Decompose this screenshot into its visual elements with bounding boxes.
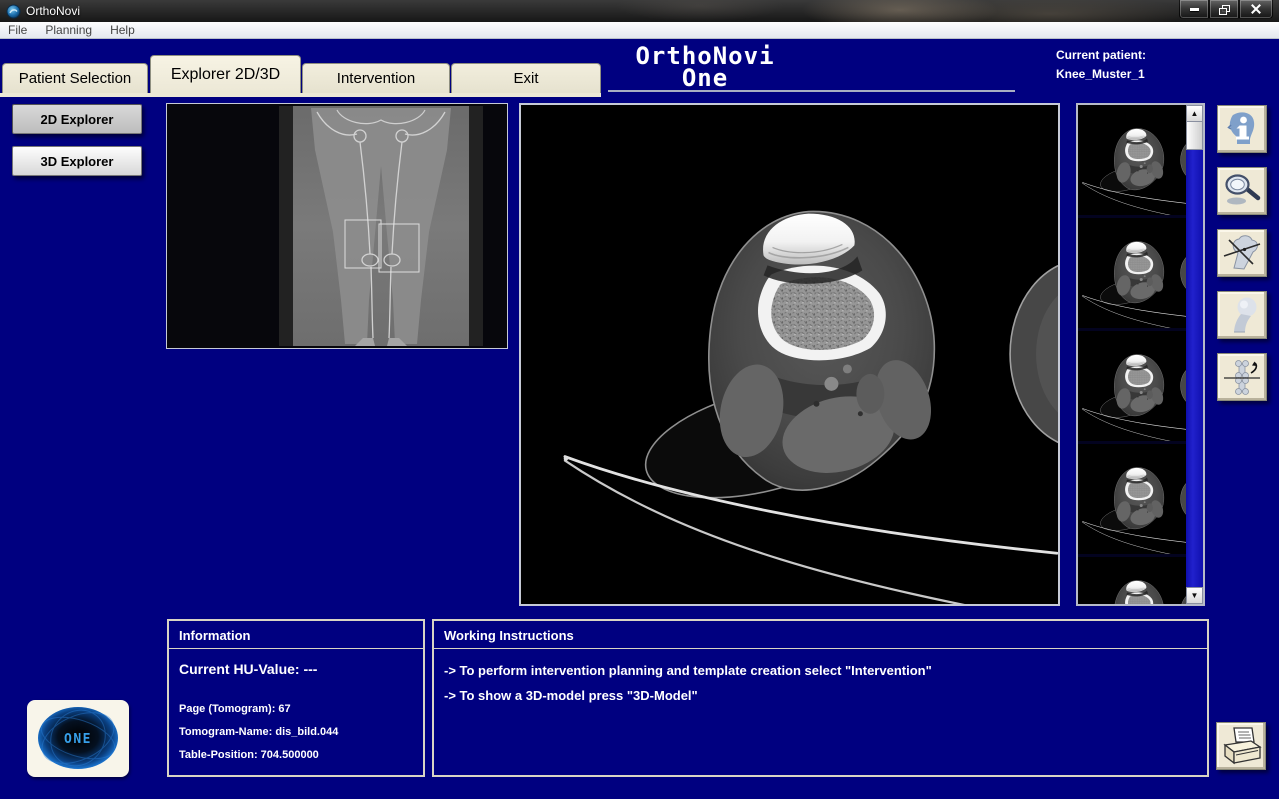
slice-thumbnail[interactable] <box>1078 444 1186 554</box>
bone-3d-model-button[interactable] <box>1217 291 1267 339</box>
rotate-bone-icon <box>1222 357 1262 397</box>
slice-thumbnail-panel: ▲ ▼ <box>1076 103 1205 606</box>
slice-thumbnail-strip <box>1078 105 1186 604</box>
app-icon <box>6 4 21 19</box>
rotate-bone-button[interactable] <box>1217 353 1267 401</box>
one-logo-image: ONE <box>27 700 129 777</box>
menu-planning[interactable]: Planning <box>36 23 101 37</box>
tab-baseline <box>0 93 601 97</box>
restore-icon <box>1219 5 1229 14</box>
page-tomogram: Page (Tomogram): 67 <box>179 703 413 715</box>
one-logo-text: ONE <box>64 732 92 747</box>
bone-3d-model-icon <box>1222 295 1262 335</box>
menu-file[interactable]: File <box>0 23 36 37</box>
minimize-icon <box>1190 8 1199 11</box>
restore-button[interactable] <box>1209 0 1239 19</box>
title-bar[interactable]: OrthoNovi <box>0 0 1279 22</box>
patient-info-icon <box>1222 109 1262 149</box>
scroll-down-button[interactable]: ▼ <box>1186 587 1203 604</box>
axis-planning-icon <box>1222 233 1262 273</box>
hu-value: Current HU-Value: --- <box>179 661 413 677</box>
leg-xray-image <box>167 104 507 348</box>
slice-thumbnail[interactable] <box>1078 331 1186 441</box>
minimize-button[interactable] <box>1179 0 1209 19</box>
instruction-line: -> To perform intervention planning and … <box>444 663 1197 678</box>
window-controls <box>1179 0 1273 19</box>
tab-exit[interactable]: Exit <box>451 63 601 93</box>
print-icon <box>1219 725 1263 767</box>
instruction-line: -> To show a 3D-model press "3D-Model" <box>444 688 1197 703</box>
ct-slice-image <box>521 105 1058 604</box>
current-patient: Current patient: Knee_Muster_1 <box>1056 46 1146 84</box>
axis-planning-button[interactable] <box>1217 229 1267 277</box>
close-button[interactable] <box>1239 0 1273 19</box>
slice-thumbnail[interactable] <box>1078 218 1186 328</box>
menu-bar: File Planning Help <box>0 22 1279 39</box>
magnifier-button[interactable] <box>1217 167 1267 215</box>
current-patient-label: Current patient: <box>1056 46 1146 65</box>
app-brand: OrthoNovi One <box>600 45 810 89</box>
table-position: Table-Position: 704.500000 <box>179 749 413 761</box>
app-window: OrthoNovi File Planning Help Patient Sel… <box>0 0 1279 799</box>
scroll-up-button[interactable]: ▲ <box>1186 105 1203 122</box>
information-title: Information <box>169 621 423 649</box>
menu-help[interactable]: Help <box>101 23 144 37</box>
scrollbar-track[interactable] <box>1186 150 1203 587</box>
scrollbar-thumb[interactable] <box>1186 122 1203 150</box>
slice-scrollbar[interactable]: ▲ ▼ <box>1186 105 1203 604</box>
one-logo: ONE <box>27 700 129 777</box>
slice-thumbnail[interactable] <box>1078 105 1186 215</box>
magnifier-icon <box>1222 171 1262 211</box>
2d-explorer-button[interactable]: 2D Explorer <box>12 104 142 134</box>
close-icon <box>1251 4 1261 14</box>
3d-explorer-button[interactable]: 3D Explorer <box>12 146 142 176</box>
slice-thumbnail[interactable] <box>1078 557 1186 604</box>
print-button[interactable] <box>1216 722 1266 770</box>
working-instructions-panel: Working Instructions -> To perform inter… <box>432 619 1209 777</box>
current-patient-name: Knee_Muster_1 <box>1056 65 1146 84</box>
working-instructions-title: Working Instructions <box>434 621 1207 649</box>
tab-explorer-2d-3d[interactable]: Explorer 2D/3D <box>150 55 301 93</box>
brand-line2: One <box>600 67 810 89</box>
window-title: OrthoNovi <box>26 4 80 18</box>
tab-patient-selection[interactable]: Patient Selection <box>2 63 148 93</box>
information-panel: Information Current HU-Value: --- Page (… <box>167 619 425 777</box>
tomogram-name: Tomogram-Name: dis_bild.044 <box>179 726 413 738</box>
ct-slice-view[interactable] <box>519 103 1060 606</box>
topogram-view[interactable] <box>166 103 508 349</box>
tab-intervention[interactable]: Intervention <box>302 63 450 93</box>
brand-underline <box>608 90 1015 92</box>
patient-info-button[interactable] <box>1217 105 1267 153</box>
